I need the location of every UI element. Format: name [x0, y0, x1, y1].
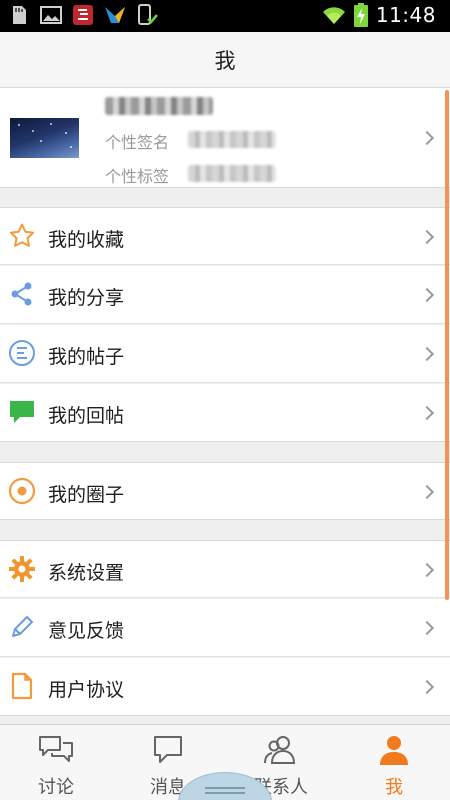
menu-item-feedback[interactable]: 意见反馈 — [0, 599, 450, 657]
gear-icon — [9, 556, 35, 582]
phone-check-icon — [138, 4, 158, 25]
chevron-right-icon — [419, 346, 435, 362]
pencil-icon — [12, 616, 33, 637]
reply-bubble-icon — [10, 401, 34, 423]
scroll-indicator[interactable] — [445, 90, 449, 600]
chevron-right-icon — [419, 405, 435, 421]
app-notification-icon — [73, 5, 93, 25]
chevron-right-icon — [419, 679, 435, 695]
menu-item-circles[interactable]: 我的圈子 — [0, 462, 450, 520]
tab-discuss[interactable]: 讨论 — [0, 725, 112, 800]
menu-item-agreement[interactable]: 用户协议 — [0, 658, 450, 716]
person-icon — [380, 736, 408, 765]
tab-label: 讨论 — [38, 777, 74, 798]
menu-item-posts[interactable]: 我的帖子 — [0, 325, 450, 383]
posts-icon — [9, 340, 35, 366]
profile-card[interactable]: 个性签名 个性标签 — [0, 88, 450, 188]
status-bar-system: 11:48 — [322, 3, 436, 27]
menu-item-label: 我的回帖 — [48, 405, 125, 427]
profile-name-blurred — [105, 97, 213, 115]
battery-charging-icon — [353, 3, 368, 27]
menu-item-label: 用户协议 — [48, 679, 125, 701]
chevron-right-icon — [419, 130, 435, 146]
bird-app-icon — [105, 7, 125, 23]
status-bar: 11:48 — [0, 0, 450, 32]
document-icon — [11, 672, 33, 700]
menu-item-settings[interactable]: 系统设置 — [0, 540, 450, 598]
menu-item-replies[interactable]: 我的回帖 — [0, 384, 450, 442]
menu-item-label: 我的分享 — [48, 287, 125, 309]
chevron-right-icon — [419, 562, 435, 578]
menu-item-shares[interactable]: 我的分享 — [0, 266, 450, 324]
signature-value-blurred — [188, 131, 276, 148]
menu-item-label: 意见反馈 — [48, 620, 125, 642]
menu-item-label: 我的收藏 — [48, 229, 125, 251]
chevron-right-icon — [419, 229, 435, 245]
avatar[interactable] — [10, 118, 79, 158]
signature-label: 个性签名 — [105, 133, 170, 152]
tab-label: 我 — [385, 777, 403, 798]
circle-target-icon — [8, 477, 36, 505]
chat-bubbles-icon — [39, 736, 73, 762]
page-header: 我 — [0, 32, 450, 88]
wifi-icon — [322, 7, 345, 24]
page-title: 我 — [214, 48, 236, 73]
tag-label: 个性标签 — [105, 167, 170, 186]
menu-item-favorites[interactable]: 我的收藏 — [0, 207, 450, 265]
chevron-right-icon — [419, 287, 435, 303]
sd-card-icon — [13, 6, 26, 24]
tab-me[interactable]: 我 — [338, 725, 450, 800]
contacts-icon — [264, 736, 296, 764]
status-bar-notifications — [8, 4, 158, 26]
menu-item-label: 我的帖子 — [48, 346, 125, 368]
tag-value-blurred — [188, 165, 276, 182]
star-icon — [9, 223, 35, 247]
share-icon — [11, 282, 32, 306]
chevron-right-icon — [419, 484, 435, 500]
chevron-right-icon — [419, 620, 435, 636]
menu-item-label: 系统设置 — [48, 562, 125, 584]
menu-item-label: 我的圈子 — [48, 484, 125, 506]
message-bubble-icon — [154, 736, 182, 763]
gallery-icon — [40, 6, 62, 24]
status-time: 11:48 — [375, 3, 436, 27]
